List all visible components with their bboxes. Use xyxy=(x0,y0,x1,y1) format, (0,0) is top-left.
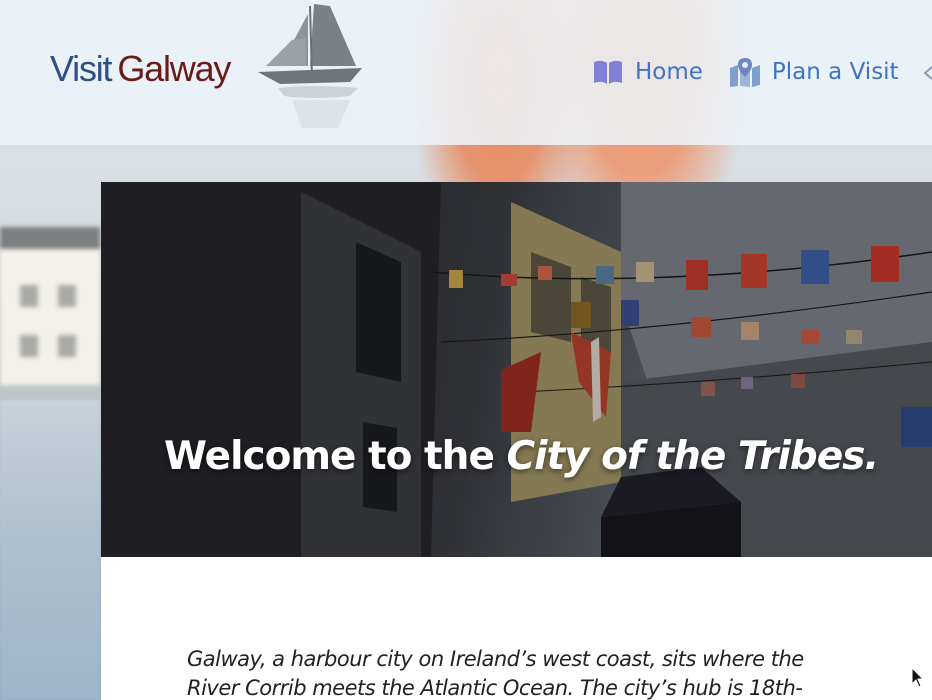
book-icon xyxy=(594,60,622,84)
sailboat-icon xyxy=(258,4,362,128)
chevron-left-icon[interactable] xyxy=(922,66,932,80)
intro-paragraph: Galway, a harbour city on Ireland’s west… xyxy=(187,647,804,700)
site-header: Visit Galway Home Plan a Visit xyxy=(0,0,932,145)
background-water xyxy=(0,400,100,700)
logo-visit-text: Visit xyxy=(50,48,113,89)
nav-label-home: Home xyxy=(635,59,703,85)
site-logo[interactable]: Visit Galway xyxy=(50,48,231,98)
content-card: Galway, a harbour city on Ireland’s west… xyxy=(101,557,932,700)
hero-title: Welcome to the City of the Tribes. xyxy=(164,434,879,479)
logo-galway-text: Galway xyxy=(117,48,231,89)
map-marker-icon xyxy=(729,58,760,87)
mouse-cursor-icon xyxy=(911,667,925,688)
nav-item-plan-a-visit[interactable]: Plan a Visit xyxy=(729,56,899,88)
hero-title-emphasis: City of the Tribes. xyxy=(506,434,879,479)
nav-label-plan-a-visit: Plan a Visit xyxy=(771,59,899,85)
main-nav: Home Plan a Visit xyxy=(592,56,925,88)
nav-item-home[interactable]: Home xyxy=(592,56,703,88)
hero-title-lead: Welcome to the xyxy=(164,434,507,479)
hero-banner: Welcome to the City of the Tribes. xyxy=(101,182,932,557)
hero-street-image xyxy=(101,182,932,557)
background-building xyxy=(0,227,100,385)
